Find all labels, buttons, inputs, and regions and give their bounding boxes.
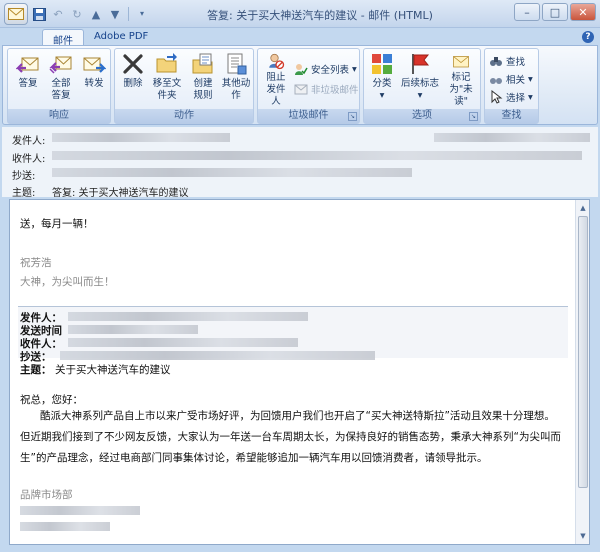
group-respond: 答复 全部答复 转发 响应 bbox=[7, 48, 111, 124]
fwd-subject-label: 主题： bbox=[20, 364, 52, 376]
scroll-down-icon[interactable]: ▼ bbox=[577, 530, 589, 542]
unread-envelope-icon bbox=[453, 56, 469, 68]
chevron-down-icon: ▾ bbox=[528, 91, 533, 103]
not-junk-button[interactable]: 非垃圾邮件 bbox=[294, 81, 359, 97]
delete-x-icon bbox=[123, 54, 143, 74]
scroll-thumb[interactable] bbox=[578, 216, 588, 488]
block-sender-button[interactable]: 阻止发件人 bbox=[260, 52, 292, 108]
create-rule-button[interactable]: 创建规则 bbox=[187, 52, 219, 108]
safe-lists-button[interactable]: 安全列表 ▾ bbox=[294, 61, 357, 77]
mark-unread-button[interactable]: 标记为"未读" bbox=[442, 52, 480, 108]
not-junk-icon bbox=[294, 84, 308, 95]
reply-button[interactable]: 答复 bbox=[12, 52, 44, 108]
to-value-redacted bbox=[52, 151, 582, 160]
message-headers: 发件人: 收件人: 抄送: 主题: 答复: 关于买大神送汽车的建议 bbox=[2, 127, 598, 199]
sent-time-redacted bbox=[434, 133, 590, 142]
to-label: 收件人: bbox=[12, 154, 46, 165]
body-paragraph: 酷派大神系列产品自上市以来广受市场好评，为回馈用户我们也开启了“买大神送特斯拉”… bbox=[20, 410, 561, 464]
chevron-down-icon: ▾ bbox=[379, 90, 385, 101]
fwd-subject-value: 关于买大神送汽车的建议 bbox=[55, 364, 171, 376]
group-options: 分类 ▾ 后续标志 ▾ 标记为"未读" 选项 ↘ bbox=[363, 48, 481, 124]
safe-list-icon bbox=[295, 64, 308, 75]
signature-slogan: 大神，为尖叫而生！ bbox=[20, 276, 115, 288]
message-body[interactable]: 送，每月一辆！ 祝芳浩 大神，为尖叫而生！ 发件人： 发送时间 收件人： 抄送：… bbox=[9, 199, 590, 545]
group-label-respond: 响应 bbox=[8, 109, 110, 123]
junk-options-launcher-icon[interactable]: ↘ bbox=[348, 112, 357, 121]
department-contact-redacted bbox=[20, 506, 140, 515]
department-signature: 品牌市场部 bbox=[20, 489, 73, 501]
reply-icon bbox=[16, 57, 39, 73]
close-button[interactable]: ✕ bbox=[570, 3, 596, 21]
block-sender-icon bbox=[269, 53, 285, 70]
ribbon-tabs: 邮件 Adobe PDF ? bbox=[0, 28, 600, 47]
group-label-options: 选项 bbox=[364, 109, 480, 123]
follow-up-button[interactable]: 后续标志 ▾ bbox=[400, 52, 440, 108]
title-bar: ↶ ↻ ▲ ▼ ▾ 答复: 关于买大神送汽车的建议 - 邮件 (HTML) – … bbox=[0, 0, 600, 28]
find-button[interactable]: 查找 bbox=[489, 53, 525, 69]
folder-move-icon bbox=[156, 53, 177, 73]
fwd-from-redacted bbox=[68, 312, 308, 321]
move-to-folder-button[interactable]: 移至文件夹 bbox=[149, 52, 185, 108]
group-label-find: 查找 bbox=[485, 109, 538, 123]
cc-value-redacted bbox=[52, 168, 412, 177]
categorize-icon bbox=[372, 54, 392, 74]
help-icon[interactable]: ? bbox=[582, 31, 594, 43]
forward-icon bbox=[83, 57, 106, 73]
reply-all-button[interactable]: 全部答复 bbox=[46, 52, 76, 108]
forward-button[interactable]: 转发 bbox=[78, 52, 110, 108]
maximize-button[interactable]: □ bbox=[542, 3, 568, 21]
ribbon: 答复 全部答复 转发 响应 删除 移至文件夹 创建规则 其他动作 动作 阻止发件… bbox=[2, 45, 598, 125]
reply-text: 送，每月一辆！ bbox=[20, 218, 94, 230]
document-actions-icon bbox=[227, 53, 247, 75]
categorize-button[interactable]: 分类 ▾ bbox=[366, 52, 398, 108]
chevron-down-icon: ▾ bbox=[417, 90, 423, 101]
chevron-down-icon: ▾ bbox=[528, 73, 533, 85]
fwd-sent-redacted bbox=[68, 325, 198, 334]
group-actions: 删除 移至文件夹 创建规则 其他动作 动作 bbox=[114, 48, 254, 124]
fwd-to-redacted bbox=[68, 338, 298, 347]
window-title: 答复: 关于买大神送汽车的建议 - 邮件 (HTML) bbox=[207, 9, 433, 22]
cursor-icon bbox=[491, 90, 503, 104]
department-contact-redacted-2 bbox=[20, 522, 110, 531]
group-junk: 阻止发件人 安全列表 ▾ 非垃圾邮件 垃圾邮件 ↘ bbox=[257, 48, 360, 124]
vertical-scrollbar[interactable]: ▲ ▼ bbox=[575, 200, 589, 544]
fwd-cc-redacted bbox=[60, 351, 375, 360]
select-button[interactable]: 选择 ▾ bbox=[489, 89, 533, 105]
binoculars-icon bbox=[490, 57, 502, 66]
window-controls: – □ ✕ bbox=[514, 3, 596, 21]
from-value-redacted bbox=[52, 133, 230, 142]
related-icon bbox=[490, 78, 502, 84]
tab-adobe-pdf[interactable]: Adobe PDF bbox=[84, 29, 158, 46]
group-label-actions: 动作 bbox=[115, 109, 253, 123]
from-label: 发件人: bbox=[12, 136, 46, 147]
related-button[interactable]: 相关 ▾ bbox=[489, 71, 533, 87]
rule-icon bbox=[192, 53, 213, 74]
tab-mail[interactable]: 邮件 bbox=[42, 29, 84, 47]
reply-all-icon bbox=[49, 56, 72, 74]
options-launcher-icon[interactable]: ↘ bbox=[469, 112, 478, 121]
chevron-down-icon: ▾ bbox=[352, 63, 357, 75]
signature-name: 祝芳浩 bbox=[20, 257, 52, 269]
minimize-button[interactable]: – bbox=[514, 3, 540, 21]
group-label-junk: 垃圾邮件 bbox=[258, 109, 359, 123]
other-actions-button[interactable]: 其他动作 bbox=[219, 52, 253, 108]
group-find: 查找 相关 ▾ 选择 ▾ 查找 bbox=[484, 48, 539, 124]
greeting: 祝总，您好： bbox=[20, 394, 83, 406]
subject-value: 答复: 关于买大神送汽车的建议 bbox=[52, 188, 189, 199]
scroll-up-icon[interactable]: ▲ bbox=[577, 202, 589, 214]
flag-icon bbox=[412, 54, 430, 74]
delete-button[interactable]: 删除 bbox=[117, 52, 149, 108]
cc-label: 抄送: bbox=[12, 171, 36, 182]
subject-label: 主题: bbox=[12, 188, 36, 199]
